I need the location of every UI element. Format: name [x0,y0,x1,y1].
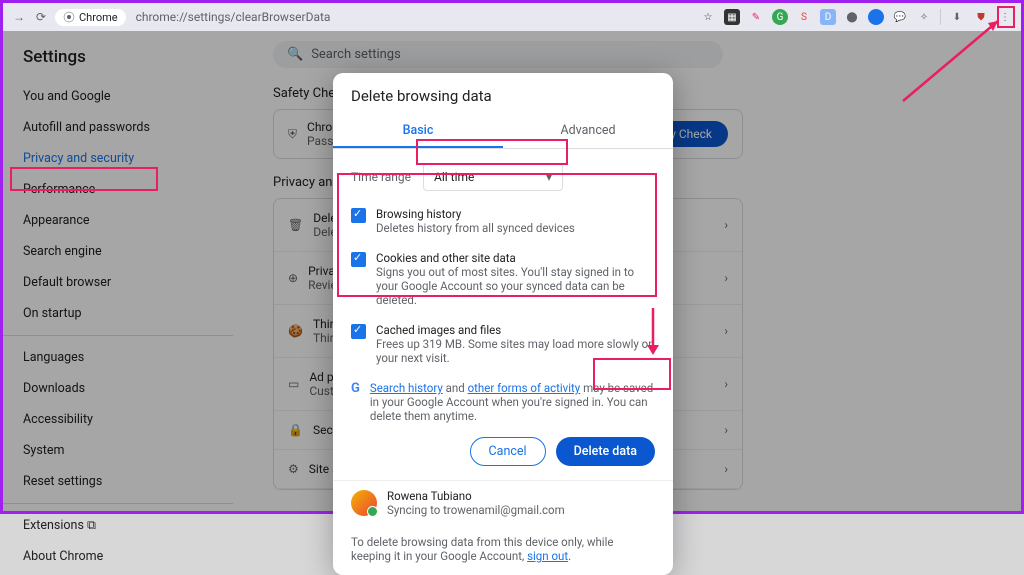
google-icon: G [351,381,360,423]
chevron-down-icon: ▾ [546,170,552,184]
clear-browsing-data-dialog: Delete browsing data Basic Advanced Time… [333,73,673,575]
google-account-note: G Search history and other forms of acti… [333,373,673,431]
ext-icon[interactable]: 💬 [892,9,908,25]
checkbox-row-history[interactable]: Browsing historyDeletes history from all… [333,199,673,243]
checkbox-row-cache[interactable]: Cached images and filesFrees up 319 MB. … [333,315,673,373]
chrome-icon [63,11,75,23]
device-only-note: To delete browsing data from this device… [333,525,673,563]
site-chip[interactable]: Chrome [55,9,126,26]
address-bar[interactable]: chrome://settings/clearBrowserData [136,10,694,24]
ext-icon[interactable]: ⬤ [844,9,860,25]
user-name: Rowena Tubiano [387,489,565,503]
extension-icons: ☆ ▦ ✎ G S D ⬤ 💬 ✧ ⬇ ⛊ ⋮ [700,9,1013,25]
user-sync-status: Syncing to trowenamil@gmail.com [387,503,565,517]
time-range-value: All time [434,170,474,184]
browser-toolbar: → ⟳ Chrome chrome://settings/clearBrowse… [3,3,1021,31]
reload-icon[interactable]: ⟳ [33,9,49,25]
dialog-tabs: Basic Advanced [333,115,673,149]
time-range-label: Time range [351,170,411,184]
sidebar-item-extensions[interactable]: Extensions ⧉ [3,510,233,541]
forward-icon[interactable]: → [11,9,27,25]
ext-icon[interactable]: G [772,9,788,25]
dialog-title: Delete browsing data [333,73,673,115]
sign-out-link[interactable]: sign out [527,549,568,563]
sync-user-row: Rowena Tubiano Syncing to trowenamil@gma… [333,480,673,525]
more-menu-icon[interactable]: ⋮ [997,9,1013,25]
ext-icon[interactable] [868,9,884,25]
extensions-icon[interactable]: ✧ [916,9,932,25]
time-range-select[interactable]: All time ▾ [423,163,563,191]
ext-icon[interactable]: ✎ [748,9,764,25]
checkbox-row-cookies[interactable]: Cookies and other site dataSigns you out… [333,243,673,315]
other-activity-link[interactable]: other forms of activity [468,381,581,395]
downloads-icon[interactable]: ⬇ [949,9,965,25]
avatar [351,490,377,516]
tab-basic[interactable]: Basic [333,115,503,148]
search-history-link[interactable]: Search history [370,381,443,395]
sidebar-item-about[interactable]: About Chrome [3,541,233,572]
tab-advanced[interactable]: Advanced [503,115,673,148]
checkbox-checked[interactable] [351,324,366,339]
delete-data-button[interactable]: Delete data [556,437,655,466]
star-icon[interactable]: ☆ [700,9,716,25]
ext-icon[interactable]: S [796,9,812,25]
checkbox-checked[interactable] [351,208,366,223]
ublock-icon[interactable]: ⛊ [973,9,989,25]
ext-icon[interactable]: ▦ [724,9,740,25]
ext-icon[interactable]: D [820,9,836,25]
external-icon: ⧉ [87,518,96,533]
checkbox-checked[interactable] [351,252,366,267]
site-chip-label: Chrome [79,11,118,24]
cancel-button[interactable]: Cancel [470,437,546,466]
